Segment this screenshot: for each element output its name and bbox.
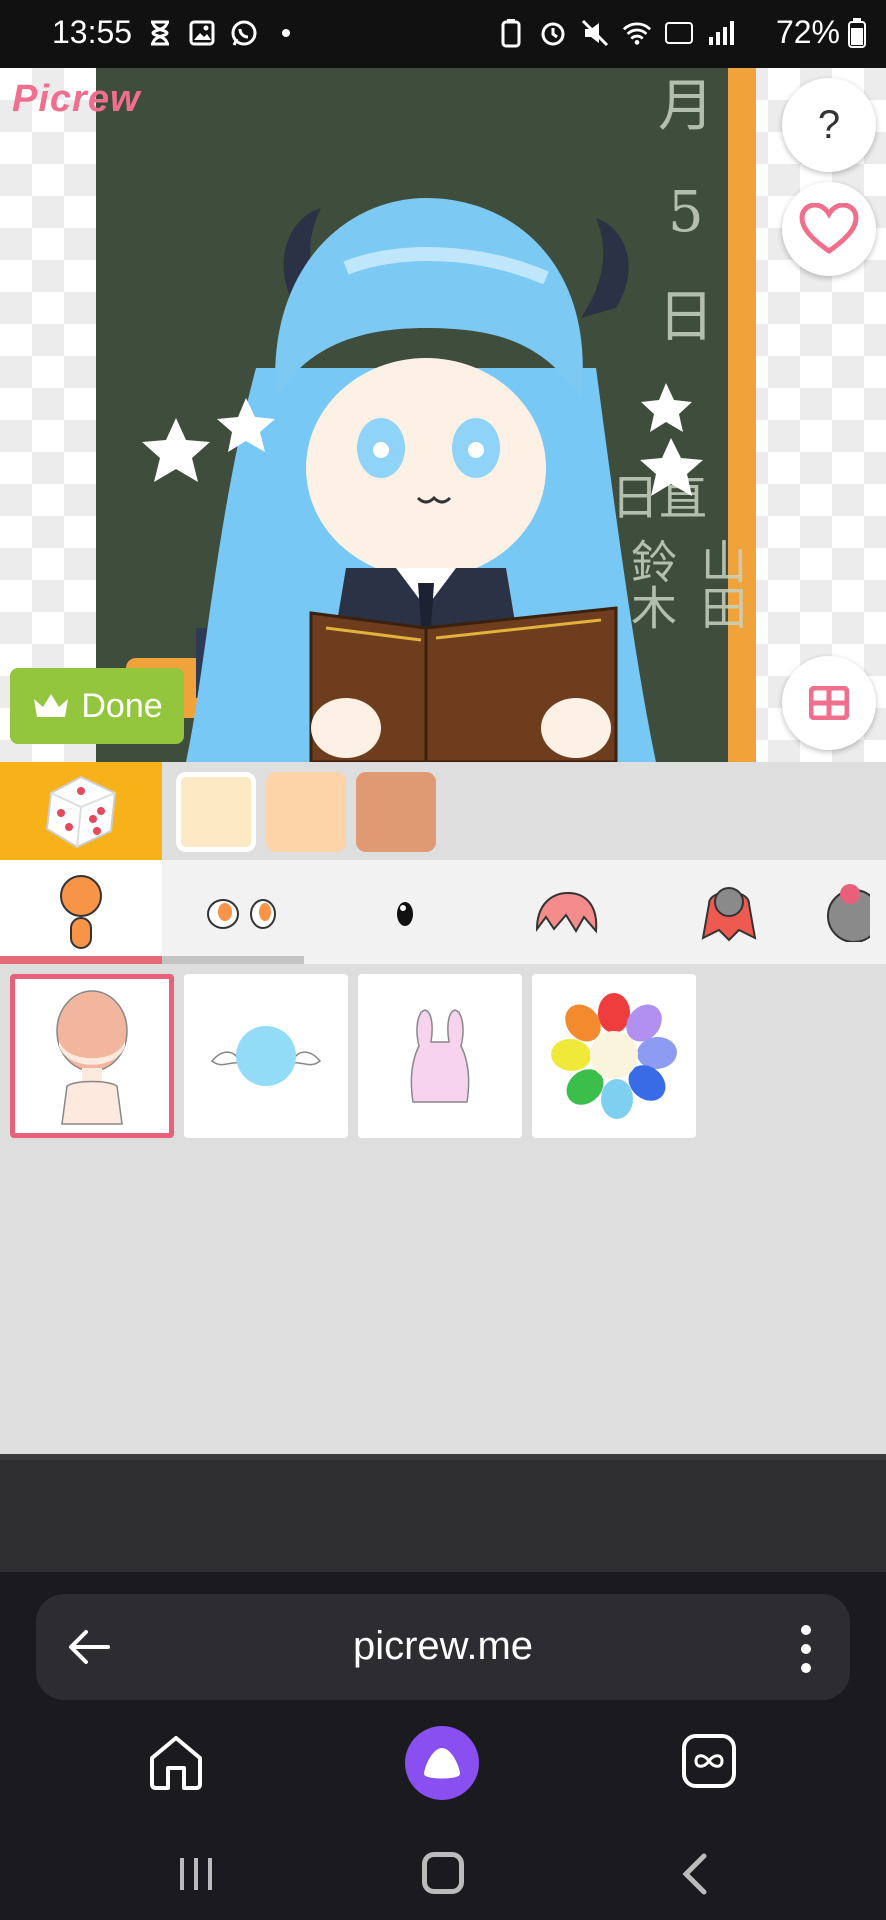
color-swatch-2[interactable] xyxy=(266,772,346,852)
tab-eyes[interactable] xyxy=(162,860,324,964)
item-body-base[interactable] xyxy=(10,974,174,1138)
tabs-icon[interactable] xyxy=(680,1732,738,1790)
wifi-icon xyxy=(622,18,652,48)
item-rainbow-flower[interactable] xyxy=(532,974,696,1138)
status-bar: 13:55 72% xyxy=(0,0,886,68)
whatsapp-icon xyxy=(229,18,259,48)
color-selector-row xyxy=(0,762,886,860)
help-label: ? xyxy=(817,102,841,147)
crown-icon xyxy=(34,694,69,717)
category-tabs xyxy=(0,860,886,964)
item-bunny-ears[interactable] xyxy=(358,974,522,1138)
panel-footer-bar xyxy=(0,1454,886,1572)
battery-saver-icon xyxy=(496,18,526,48)
battery-icon xyxy=(848,17,866,48)
gallery-button[interactable] xyxy=(782,656,876,750)
heart-icon xyxy=(799,203,859,255)
avatar-canvas: 月 5 日 日直 鈴木 山田 Picrew ? Done xyxy=(0,68,886,762)
system-back-icon[interactable] xyxy=(680,1852,710,1896)
tab-mouth[interactable] xyxy=(324,860,486,964)
item-winged-blob[interactable] xyxy=(184,974,348,1138)
assistant-button[interactable] xyxy=(405,1726,479,1800)
randomize-button[interactable] xyxy=(0,762,162,860)
mute-icon xyxy=(580,18,610,48)
tab-accessory[interactable] xyxy=(810,860,886,964)
accessory-icon xyxy=(827,884,870,942)
assistant-icon xyxy=(424,1748,460,1779)
alarm-icon xyxy=(538,18,568,48)
volte-icon xyxy=(664,18,694,48)
image-icon xyxy=(187,18,217,48)
favorite-button[interactable] xyxy=(782,182,876,276)
mouth-icon xyxy=(397,902,413,926)
winged-blob-icon xyxy=(210,1026,322,1086)
color-swatch-3[interactable] xyxy=(356,772,436,852)
system-icons xyxy=(496,18,736,48)
tab-body[interactable] xyxy=(0,860,162,964)
bunny-ears-icon xyxy=(410,1009,470,1103)
eyes-icon xyxy=(207,899,276,929)
character-illustration xyxy=(126,198,703,762)
item-grid xyxy=(0,964,886,1454)
done-label: Done xyxy=(81,686,163,725)
active-tab-indicator xyxy=(0,956,162,964)
battery-status: 72% xyxy=(776,14,866,51)
body-base-icon xyxy=(56,990,128,1125)
address-bar[interactable]: picrew.me xyxy=(36,1594,850,1700)
system-home-button[interactable] xyxy=(422,1852,464,1894)
recent-apps-icon[interactable] xyxy=(176,1854,216,1894)
dice-icon xyxy=(45,775,117,849)
hourglass-icon xyxy=(145,18,175,48)
dot-icon xyxy=(271,18,301,48)
color-swatch-1[interactable] xyxy=(176,772,256,852)
grid-icon xyxy=(809,686,849,720)
signal-icon xyxy=(706,18,736,48)
tab-front-hair[interactable] xyxy=(486,860,648,964)
done-button[interactable]: Done xyxy=(10,668,184,744)
help-button[interactable]: ? xyxy=(782,78,876,172)
url-text: picrew.me xyxy=(352,1624,534,1668)
tab-back-hair[interactable] xyxy=(648,860,810,964)
more-options-icon[interactable] xyxy=(796,1624,816,1674)
front-hair-icon xyxy=(535,891,598,934)
tabs-scrollbar[interactable] xyxy=(162,956,304,964)
picrew-logo: Picrew xyxy=(12,78,141,120)
status-time: 13:55 xyxy=(52,14,133,50)
battery-percentage: 72% xyxy=(775,14,840,50)
home-icon[interactable] xyxy=(146,1732,206,1792)
notification-icons xyxy=(145,18,301,48)
browser-bottom-bar: picrew.me xyxy=(0,1572,886,1920)
body-icon xyxy=(60,875,102,949)
back-hair-icon xyxy=(701,887,757,942)
rainbow-flower-icon xyxy=(551,993,677,1119)
